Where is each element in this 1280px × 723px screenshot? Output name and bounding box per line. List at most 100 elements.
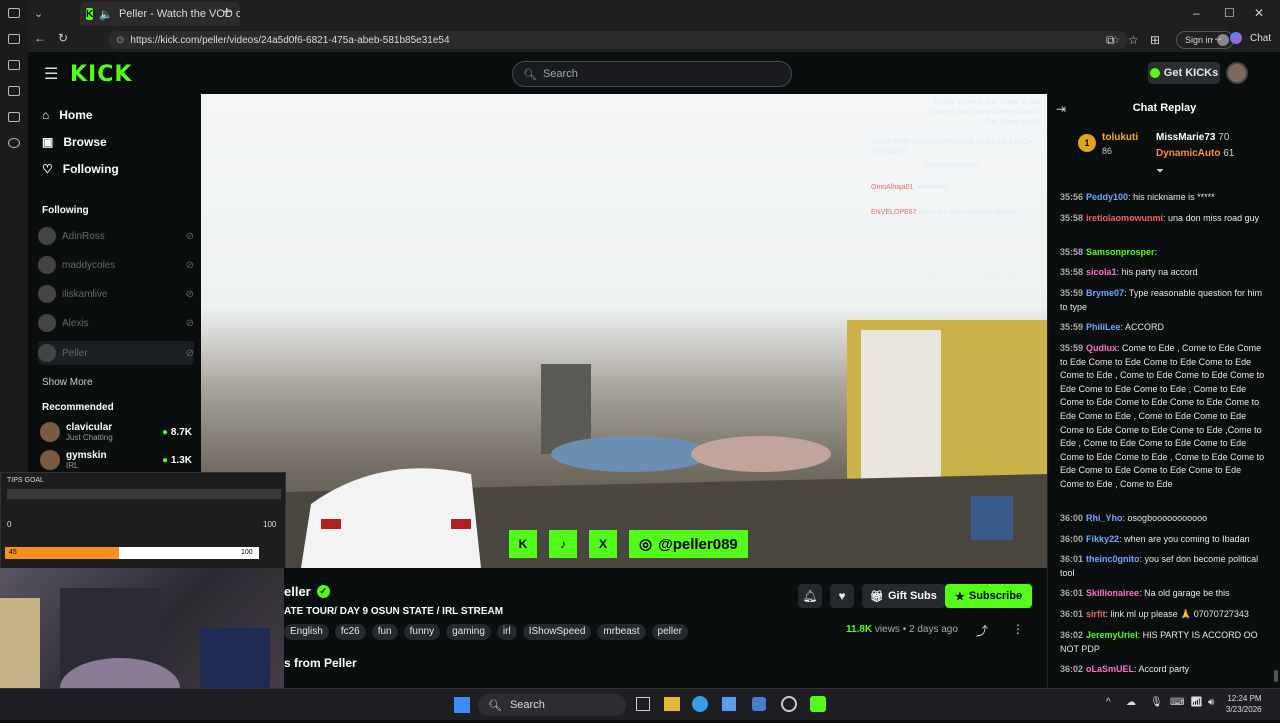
chat-username[interactable]: sicola1	[1086, 267, 1117, 277]
overlay-text: when are you coming to ibadan	[918, 209, 1016, 216]
settings-icon[interactable]	[781, 696, 797, 712]
tags-list: English fc26 fun funny gaming irl IShowSpeed mr…	[284, 623, 694, 640]
more-menu-icon[interactable]: ⋯	[1210, 32, 1222, 46]
site-info-icon[interactable]: ⊙	[116, 35, 124, 46]
chat-message: 35:58 sicola1: his party na accord	[1060, 266, 1265, 280]
tag[interactable]: funny	[403, 624, 441, 640]
tag[interactable]: gaming	[446, 624, 491, 640]
app-icon[interactable]	[8, 60, 20, 70]
search-input[interactable]: 🔍︎ Search	[512, 61, 792, 87]
following-heading: Following	[42, 205, 89, 216]
share-icon[interactable]: ⤴	[976, 622, 988, 639]
following-item[interactable]: iliskamlive ⊘	[38, 282, 194, 306]
app-icon[interactable]	[8, 8, 20, 18]
refresh-icon[interactable]: ↻	[58, 31, 68, 45]
tag[interactable]: peller	[651, 624, 688, 640]
chat-username[interactable]: oLaSmUEL	[1086, 664, 1134, 674]
extensions-icon[interactable]: ⧉	[1106, 33, 1115, 48]
get-kicks-button[interactable]: Get KICKs	[1148, 62, 1220, 84]
chat-username[interactable]: Qudlux	[1086, 343, 1117, 353]
chat-text: : Accord party	[1134, 664, 1190, 674]
show-more-link[interactable]: Show More	[42, 377, 93, 388]
chat-username[interactable]: Bryme07	[1086, 288, 1124, 298]
app-icon[interactable]	[8, 112, 20, 122]
tray-chevron-icon[interactable]: ^	[1106, 697, 1111, 708]
store-icon[interactable]	[722, 697, 736, 711]
video-player[interactable]: To Ede Come to Ede Come to Ede Come to E…	[201, 94, 1047, 568]
tag[interactable]: fun	[371, 624, 398, 640]
outlook-icon[interactable]	[752, 697, 766, 711]
chat-username[interactable]: PhiliLee	[1086, 322, 1121, 332]
following-item[interactable]: Peller ⊘	[38, 341, 194, 365]
nav-browse[interactable]: ▣ Browse	[42, 135, 107, 149]
clock[interactable]: 12:24 PM 3/23/2026	[1226, 693, 1262, 715]
task-view-icon[interactable]	[636, 697, 650, 711]
app-icon[interactable]	[8, 34, 20, 44]
rank-badge: 1	[1078, 134, 1096, 152]
more-options-icon[interactable]: ⋮	[1012, 622, 1024, 636]
file-explorer-icon[interactable]	[664, 697, 680, 711]
cloud-icon[interactable]: ☁	[1126, 697, 1136, 708]
chat-username[interactable]: Samsonprosper	[1086, 247, 1155, 257]
following-item[interactable]: Alexis ⊘	[38, 311, 194, 335]
nav-home[interactable]: ⌂ Home	[42, 108, 93, 122]
gift-subs-button[interactable]: 🎁︎ Gift Subs	[862, 584, 945, 608]
url-field[interactable]: ⊙ https://kick.com/peller/videos/24a5d0f…	[108, 31, 1128, 49]
chat-username[interactable]: sirfit	[1086, 609, 1106, 619]
chat-timestamp: 36:01	[1060, 609, 1084, 619]
tag[interactable]: mrbeast	[597, 624, 646, 640]
tag[interactable]: irl	[496, 624, 517, 640]
copilot-icon[interactable]	[1230, 32, 1242, 44]
close-window-icon[interactable]: ✕	[1254, 6, 1264, 20]
taskbar-search[interactable]: 🔍︎ Search	[478, 694, 626, 716]
mic-icon[interactable]: 🎙︎	[1150, 697, 1163, 708]
nav-following[interactable]: ♡ Following	[42, 162, 119, 176]
chat-text: : ACCORD	[1120, 322, 1165, 332]
hamburger-menu-icon[interactable]: ☰	[44, 64, 58, 84]
chat-username[interactable]: iretiolaomowunmi	[1086, 213, 1163, 223]
recommended-item[interactable]: clavicular Just Chatting ● 8.7K	[40, 422, 192, 442]
billboard-figure	[861, 330, 941, 480]
white-car	[301, 468, 481, 568]
app-icon[interactable]	[8, 138, 20, 148]
maximize-icon[interactable]: ☐	[1224, 6, 1235, 20]
app-icon[interactable]	[8, 86, 20, 96]
signin-button[interactable]: Sign in	[1176, 31, 1234, 49]
chat-username[interactable]: Rhi_Yho	[1086, 513, 1123, 523]
kick-app-icon[interactable]	[810, 696, 826, 712]
new-tab-button[interactable]: +	[222, 4, 231, 22]
chat-username[interactable]: Skillionairee	[1086, 588, 1139, 598]
edge-icon[interactable]	[692, 696, 708, 712]
keyboard-icon[interactable]: ⌨	[1170, 697, 1184, 708]
chat-button[interactable]: Chat	[1250, 33, 1271, 44]
start-icon[interactable]	[454, 697, 470, 713]
channel-name-row[interactable]: eller ✓	[284, 584, 330, 599]
collections-icon[interactable]: ☆	[1128, 33, 1139, 47]
user-avatar[interactable]	[1226, 62, 1248, 84]
follow-heart-icon[interactable]: ♥	[830, 584, 854, 608]
minimize-icon[interactable]: –	[1193, 6, 1200, 20]
following-item[interactable]: AdinRoss ⊘	[38, 224, 194, 248]
tag[interactable]: fc26	[334, 624, 366, 640]
following-item[interactable]: maddycoles ⊘	[38, 253, 194, 277]
chat-username[interactable]: JeremyUriel	[1086, 630, 1138, 640]
chat-username[interactable]: Peddy100	[1086, 192, 1128, 202]
tag[interactable]: IShowSpeed	[522, 624, 592, 640]
tag[interactable]: English	[284, 624, 329, 640]
recommended-item[interactable]: gymskin IRL ● 1.3K	[40, 450, 192, 470]
expand-leaderboard-icon[interactable]: ⏷	[1156, 166, 1164, 177]
kick-logo[interactable]: KICK	[70, 62, 132, 87]
tab-list-chevron-icon[interactable]: ⌄	[34, 7, 43, 20]
subscribe-button[interactable]: ★ Subscribe	[945, 584, 1033, 608]
chat-scrollbar[interactable]	[1274, 670, 1278, 682]
notification-bell-icon[interactable]: 🔔︎	[798, 584, 822, 608]
browser-tab[interactable]: K 🔈 Peller - Watch the VOD on Ki ✕	[80, 2, 240, 26]
profile-manager-icon[interactable]: ⊞	[1150, 33, 1160, 47]
chat-username[interactable]: theinc0gnito	[1086, 554, 1140, 564]
chat-username[interactable]: Fikky22	[1086, 534, 1119, 544]
back-icon[interactable]: ←	[34, 31, 46, 45]
speaker-icon[interactable]: 🔈	[99, 8, 113, 21]
volume-icon[interactable]: 🔊︎	[1208, 697, 1214, 708]
street-scene	[201, 320, 1047, 568]
wifi-icon[interactable]: 📶︎	[1190, 697, 1203, 708]
